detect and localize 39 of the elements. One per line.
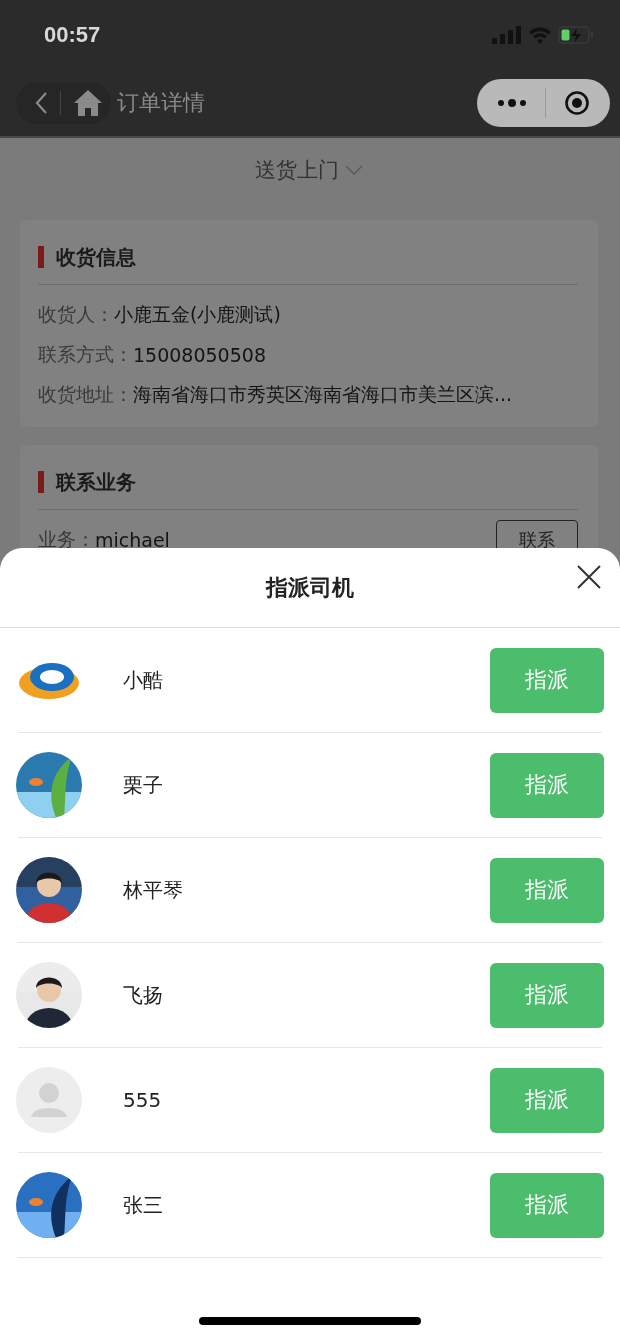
capsule-menu[interactable] [477, 79, 610, 127]
driver-name: 555 [123, 1088, 163, 1112]
assign-button[interactable]: 指派 [490, 647, 604, 713]
page-title: 订单详情 [117, 89, 206, 117]
driver-name: 栗子 [123, 771, 164, 799]
battery-charging-icon [558, 26, 594, 44]
delivery-method-dropdown[interactable]: 送货上门 [200, 138, 418, 202]
assign-button[interactable]: 指派 [490, 752, 604, 818]
field-value: 15008050508 [133, 344, 266, 366]
driver-name: 飞扬 [123, 981, 164, 1009]
assign-button[interactable]: 指派 [490, 1067, 604, 1133]
field-value: 海南省海口市秀英区海南省海口市美兰区滨... [133, 382, 513, 407]
driver-name: 林平琴 [123, 876, 184, 904]
card-title: 收货信息 [56, 243, 136, 271]
status-time: 00:57 [44, 22, 101, 48]
field-label: 联系方式： [38, 342, 133, 367]
field-value: michael [95, 529, 170, 551]
wifi-icon [528, 26, 552, 44]
field-label: 收货人： [38, 302, 114, 327]
assign-button[interactable]: 指派 [490, 962, 604, 1028]
field-value: 小鹿五金(小鹿测试) [114, 302, 281, 327]
home-icon[interactable] [73, 89, 103, 117]
default-avatar-icon [16, 1067, 82, 1133]
chevron-down-icon [345, 165, 363, 175]
signal-icon [492, 26, 522, 44]
assign-button[interactable]: 指派 [490, 857, 604, 923]
more-icon[interactable] [497, 98, 527, 108]
card-title: 联系业务 [56, 468, 136, 496]
assign-button[interactable]: 指派 [490, 1172, 604, 1238]
field-label: 业务： [38, 527, 95, 552]
field-label: 收货地址： [38, 382, 133, 407]
sheet-title: 指派司机 [266, 573, 354, 602]
accent-bar [38, 246, 44, 268]
close-icon[interactable] [576, 564, 602, 590]
accent-bar [38, 471, 44, 493]
driver-name: 张三 [123, 1191, 164, 1219]
close-miniprogram-icon[interactable] [564, 90, 590, 116]
driver-name: 小酷 [123, 666, 164, 694]
back-icon[interactable] [34, 91, 48, 115]
